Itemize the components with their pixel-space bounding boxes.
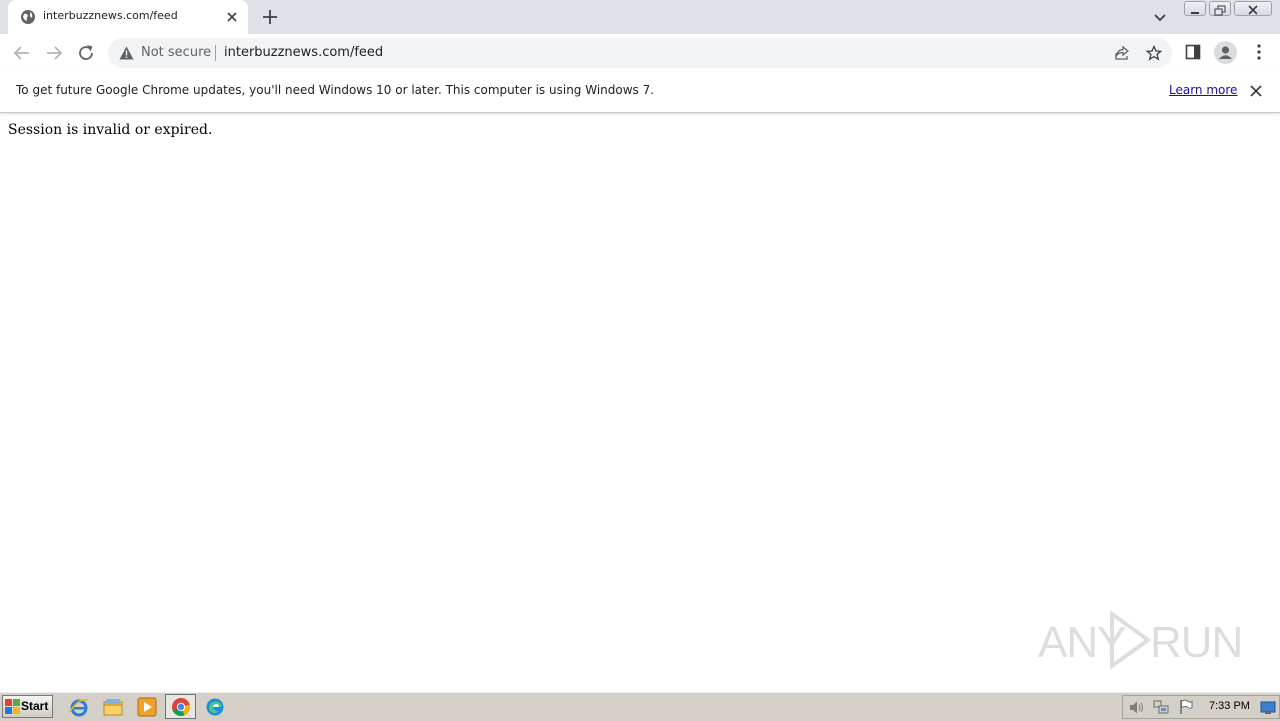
- windows-logo-icon: [5, 699, 20, 714]
- start-label: Start: [21, 699, 49, 713]
- security-status[interactable]: Not secure: [141, 45, 211, 60]
- media-player-icon[interactable]: [136, 696, 158, 718]
- internet-explorer-icon[interactable]: [68, 696, 90, 718]
- profile-avatar-icon[interactable]: [1214, 41, 1237, 64]
- restore-button[interactable]: [1209, 1, 1231, 16]
- reload-icon[interactable]: [75, 42, 97, 64]
- network-icon[interactable]: [1153, 700, 1169, 715]
- back-arrow-icon[interactable]: [11, 42, 33, 64]
- update-infobar: To get future Google Chrome updates, you…: [0, 72, 1280, 113]
- omnibox-divider: [215, 45, 216, 61]
- warning-icon[interactable]: [119, 46, 134, 60]
- bookmark-star-icon[interactable]: [1146, 45, 1162, 61]
- file-explorer-icon[interactable]: [102, 696, 124, 718]
- forward-arrow-icon[interactable]: [43, 42, 65, 64]
- show-desktop-icon[interactable]: [1260, 700, 1276, 715]
- chrome-icon: [172, 698, 191, 717]
- tab-strip: interbuzznews.com/feed: [0, 0, 1280, 34]
- close-tab-icon[interactable]: [224, 9, 240, 25]
- anyrun-watermark: ANY RUN: [1038, 610, 1243, 670]
- chrome-taskbar-button[interactable]: [165, 694, 196, 719]
- action-center-flag-icon[interactable]: [1178, 699, 1194, 715]
- chevron-down-icon[interactable]: [1152, 9, 1168, 25]
- browser-toolbar: Not secure interbuzznews.com/feed: [0, 34, 1280, 73]
- globe-icon: [21, 10, 35, 24]
- volume-icon[interactable]: [1129, 700, 1145, 715]
- windows-taskbar: Start 7:33 PM: [0, 692, 1280, 721]
- infobar-message: To get future Google Chrome updates, you…: [16, 83, 655, 97]
- play-logo-icon: [1110, 610, 1152, 670]
- start-button[interactable]: Start: [2, 695, 53, 718]
- clock[interactable]: 7:33 PM: [1209, 700, 1250, 712]
- new-tab-icon[interactable]: [260, 7, 280, 27]
- side-panel-icon[interactable]: [1185, 44, 1201, 60]
- restore-icon: [1214, 5, 1226, 16]
- minimize-icon: [1191, 12, 1199, 14]
- close-icon[interactable]: [1249, 84, 1263, 98]
- share-icon[interactable]: [1114, 45, 1130, 61]
- learn-more-link[interactable]: Learn more: [1169, 83, 1237, 97]
- url-text[interactable]: interbuzznews.com/feed: [224, 45, 383, 60]
- close-window-button[interactable]: [1234, 1, 1272, 16]
- close-icon: [1248, 5, 1258, 15]
- kebab-menu-icon[interactable]: [1251, 43, 1267, 61]
- minimize-button[interactable]: [1184, 1, 1206, 16]
- tab-title: interbuzznews.com/feed: [43, 9, 178, 22]
- page-message: Session is invalid or expired.: [8, 122, 213, 138]
- active-tab[interactable]: interbuzznews.com/feed: [8, 0, 248, 34]
- system-tray: 7:33 PM: [1122, 695, 1280, 719]
- address-bar[interactable]: Not secure interbuzznews.com/feed: [108, 38, 1172, 68]
- edge-icon[interactable]: [204, 696, 226, 718]
- watermark-text-right: RUN: [1150, 618, 1243, 667]
